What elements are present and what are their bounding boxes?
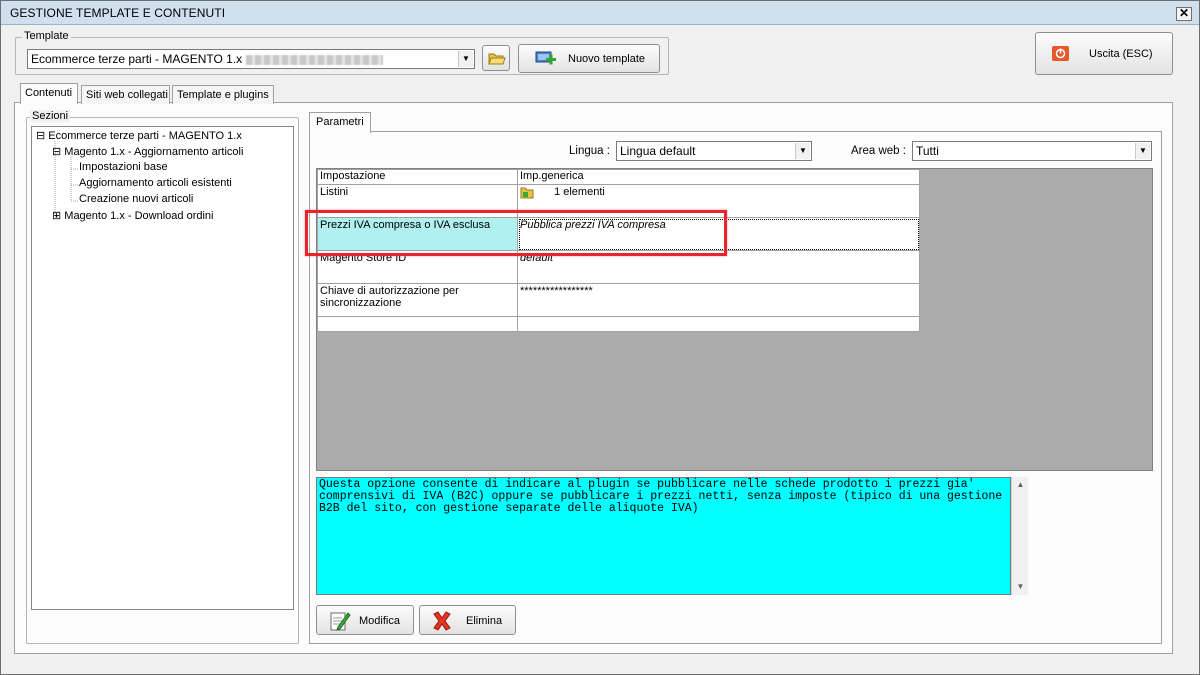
redacted-text <box>245 54 383 65</box>
tab-siti-web-label: Siti web collegati <box>86 89 168 101</box>
new-template-button[interactable]: Nuovo template <box>518 44 660 73</box>
collapse-icon[interactable]: ⊟ <box>52 146 61 158</box>
expand-icon[interactable]: ⊞ <box>52 210 61 222</box>
setting-value[interactable]: ***************** <box>517 283 920 317</box>
scroll-down-icon[interactable]: ▼ <box>1012 579 1029 595</box>
table-row[interactable]: Chiave di autorizzazione per sincronizza… <box>317 283 920 317</box>
tree-item-label: Ecommerce terze parti - MAGENTO 1.x <box>48 130 242 142</box>
highlight-annotation <box>305 210 727 256</box>
open-folder-button[interactable] <box>482 45 510 71</box>
chevron-down-icon: ▼ <box>458 51 473 67</box>
tree-item-creazione-nuovi[interactable]: Creazione nuovi articoli <box>79 193 193 205</box>
table-row[interactable] <box>317 316 920 332</box>
area-label: Area web : <box>851 145 906 157</box>
sections-tree[interactable]: ⊟ Ecommerce terze parti - MAGENTO 1.x ⊟ … <box>31 126 294 610</box>
delete-icon <box>433 611 451 631</box>
help-text-box: Questa opzione consente di indicare al p… <box>316 477 1011 595</box>
close-button[interactable]: ✕ <box>1176 7 1192 21</box>
tree-item-aggiornamento[interactable]: ⊟ Magento 1.x - Aggiornamento articoli <box>52 145 243 158</box>
area-select[interactable]: Tutti ▼ <box>912 141 1152 161</box>
power-icon <box>1052 46 1069 61</box>
scroll-up-icon[interactable]: ▲ <box>1012 477 1029 493</box>
tree-item-root[interactable]: ⊟ Ecommerce terze parti - MAGENTO 1.x <box>36 129 242 142</box>
column-header: Impostazione <box>317 169 518 185</box>
tree-item-label: Aggiornamento articoli esistenti <box>79 177 232 189</box>
area-select-value: Tutti <box>916 144 939 158</box>
template-select-value: Ecommerce terze parti - MAGENTO 1.x <box>31 52 243 66</box>
language-label: Lingua : <box>569 145 610 157</box>
column-header: Imp.generica <box>517 169 920 185</box>
exit-button[interactable]: Uscita (ESC) <box>1035 32 1173 75</box>
tab-siti-web[interactable]: Siti web collegati <box>81 85 170 104</box>
tab-template-plugins-label: Template e plugins <box>177 89 269 101</box>
language-select[interactable]: Lingua default ▼ <box>616 141 812 161</box>
template-group-legend: Template <box>22 30 71 42</box>
edit-icon <box>330 612 351 631</box>
tree-item-label: Impostazioni base <box>79 161 168 173</box>
tab-contenuti-label: Contenuti <box>25 87 73 99</box>
template-select[interactable]: Ecommerce terze parti - MAGENTO 1.x ▼ <box>27 49 475 69</box>
setting-value-text: 1 elementi <box>554 186 605 198</box>
tree-item-download-ordini[interactable]: ⊞ Magento 1.x - Download ordini <box>52 209 213 222</box>
tab-contenuti[interactable]: Contenuti <box>20 83 78 104</box>
tree-item-label: Creazione nuovi articoli <box>79 193 194 205</box>
title-bar: GESTIONE TEMPLATE E CONTENUTI ✕ <box>1 1 1199 25</box>
setting-name <box>317 316 518 332</box>
grid-header-row: Impostazione Imp.generica <box>317 169 920 185</box>
tab-parametri[interactable]: Parametri <box>309 112 371 133</box>
help-scrollbar[interactable]: ▲ ▼ <box>1011 477 1028 595</box>
sections-legend: Sezioni <box>30 110 71 122</box>
tree-item-label: Magento 1.x - Aggiornamento articoli <box>64 146 244 158</box>
tab-parametri-label: Parametri <box>316 116 364 128</box>
tab-template-plugins[interactable]: Template e plugins <box>172 85 274 104</box>
folder-icon <box>488 53 506 65</box>
delete-label: Elimina <box>466 615 503 627</box>
tree-item-label: Magento 1.x - Download ordini <box>64 210 214 222</box>
new-template-icon <box>535 51 556 65</box>
tree-item-impostazioni-base[interactable]: Impostazioni base <box>79 161 168 173</box>
delete-button[interactable]: Elimina <box>419 605 516 635</box>
language-select-value: Lingua default <box>620 144 696 158</box>
window-title: GESTIONE TEMPLATE E CONTENUTI <box>10 6 226 20</box>
exit-label: Uscita (ESC) <box>1089 48 1153 60</box>
new-template-label: Nuovo template <box>568 53 646 65</box>
collapse-icon[interactable]: ⊟ <box>36 130 45 142</box>
tree-item-aggiornamento-esistenti[interactable]: Aggiornamento articoli esistenti <box>79 177 232 189</box>
help-text: Questa opzione consente di indicare al p… <box>319 478 1003 515</box>
setting-name: Chiave di autorizzazione per sincronizza… <box>317 283 518 317</box>
chevron-down-icon: ▼ <box>1135 143 1150 159</box>
setting-value[interactable] <box>517 316 920 332</box>
edit-label: Modifica <box>359 615 400 627</box>
folder-icon <box>520 187 534 199</box>
chevron-down-icon: ▼ <box>795 143 810 159</box>
edit-button[interactable]: Modifica <box>316 605 414 635</box>
